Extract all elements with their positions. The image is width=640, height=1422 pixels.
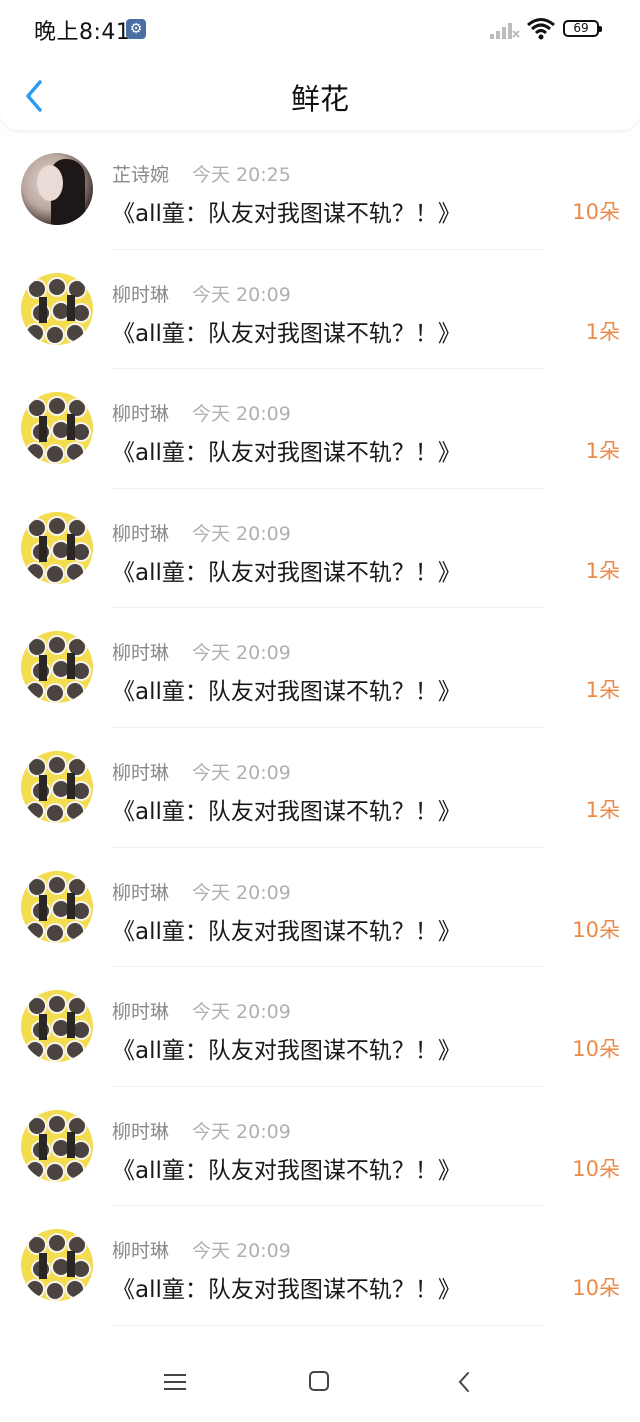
list-item[interactable]: 柳时琳 今天 20:09 《all童：队友对我图谋不轨？！》 1朵 — [0, 608, 640, 728]
timestamp: 今天 20:09 — [192, 642, 291, 665]
username[interactable]: 柳时琳 — [112, 399, 169, 426]
avatar[interactable] — [21, 1109, 93, 1182]
avatar[interactable] — [21, 511, 93, 584]
book-title: 《all童：队友对我图谋不轨？！》 — [112, 440, 461, 467]
timestamp: 今天 20:25 — [192, 164, 291, 186]
list-item[interactable]: 柳时琳 今天 20:09 《all童：队友对我图谋不轨？！》 1朵 — [0, 250, 640, 370]
cellular-signal-icon — [490, 23, 520, 39]
flower-count: 10朵 — [572, 1156, 620, 1181]
timestamp: 今天 20:09 — [192, 522, 291, 545]
home-icon[interactable] — [309, 1371, 329, 1391]
flower-count: 10朵 — [572, 200, 620, 224]
book-title: 《all童：队友对我图谋不轨？！》 — [112, 201, 461, 227]
avatar[interactable] — [21, 272, 93, 345]
battery-icon: 69 — [563, 20, 602, 37]
flower-count: 1朵 — [585, 439, 620, 464]
divider — [112, 1324, 545, 1326]
page-title: 鲜花 — [290, 82, 349, 116]
book-title: 《all童：队友对我图谋不轨？！》 — [112, 798, 461, 825]
list-item[interactable]: 柳时琳 今天 20:09 《all童：队友对我图谋不轨？！》 10朵 — [0, 1087, 640, 1207]
flower-count: 10朵 — [572, 1276, 620, 1301]
timestamp: 今天 20:09 — [192, 283, 291, 306]
status-time: 晚上8:41 — [34, 20, 131, 45]
timestamp: 今天 20:09 — [192, 1120, 291, 1143]
flower-count: 1朵 — [585, 678, 620, 703]
username[interactable]: 柳时琳 — [112, 1117, 169, 1144]
flower-count: 1朵 — [585, 319, 620, 344]
list-item[interactable]: 柳时琳 今天 20:09 《all童：队友对我图谋不轨？！》 10朵 — [0, 967, 640, 1087]
username[interactable]: 芷诗婉 — [112, 160, 169, 187]
list-item[interactable]: 柳时琳 今天 20:09 《all童：队友对我图谋不轨？！》 1朵 — [0, 369, 640, 489]
book-title: 《all童：队友对我图谋不轨？！》 — [112, 1277, 461, 1304]
timestamp: 今天 20:09 — [192, 761, 291, 784]
avatar[interactable] — [21, 870, 93, 943]
book-title: 《all童：队友对我图谋不轨？！》 — [112, 559, 461, 586]
username[interactable]: 柳时琳 — [112, 997, 169, 1024]
settings-notification-icon: ⚙ — [126, 19, 146, 39]
list-item[interactable]: 芷诗婉 今天 20:25 《all童：队友对我图谋不轨？！》 10朵 — [0, 130, 640, 250]
status-bar: 晚上8:41 ⚙ 69 — [0, 0, 640, 58]
book-title: 《all童：队友对我图谋不轨？！》 — [112, 320, 461, 347]
wifi-icon — [527, 18, 555, 40]
list-item[interactable]: 柳时琳 今天 20:09 《all童：队友对我图谋不轨？！》 1朵 — [0, 489, 640, 609]
list-item[interactable]: 柳时琳 今天 20:09 《all童：队友对我图谋不轨？！》 10朵 — [0, 848, 640, 968]
timestamp: 今天 20:09 — [192, 403, 291, 426]
username[interactable]: 柳时琳 — [112, 638, 169, 665]
avatar[interactable] — [21, 1229, 93, 1302]
flower-count: 10朵 — [572, 1037, 620, 1062]
book-title: 《all童：队友对我图谋不轨？！》 — [112, 1157, 461, 1184]
timestamp: 今天 20:09 — [192, 881, 291, 904]
flower-record-list: 芷诗婉 今天 20:25 《all童：队友对我图谋不轨？！》 10朵 柳时琳 今天 20:… — [0, 130, 640, 1326]
system-navigation-bar — [0, 1342, 640, 1422]
flower-count: 10朵 — [572, 917, 620, 942]
avatar[interactable] — [21, 631, 93, 704]
avatar[interactable] — [21, 153, 93, 225]
battery-level: 69 — [573, 21, 589, 35]
username[interactable]: 柳时琳 — [112, 519, 169, 546]
username[interactable]: 柳时琳 — [112, 280, 169, 307]
timestamp: 今天 20:09 — [192, 1240, 291, 1263]
username[interactable]: 柳时琳 — [112, 758, 169, 785]
timestamp: 今天 20:09 — [192, 1001, 291, 1024]
book-title: 《all童：队友对我图谋不轨？！》 — [112, 679, 461, 706]
avatar[interactable] — [21, 392, 93, 465]
avatar[interactable] — [21, 990, 93, 1063]
system-back-icon[interactable] — [456, 1370, 472, 1394]
list-item[interactable]: 柳时琳 今天 20:09 《all童：队友对我图谋不轨？！》 1朵 — [0, 728, 640, 848]
flower-count: 1朵 — [585, 797, 620, 822]
list-item[interactable]: 柳时琳 今天 20:09 《all童：队友对我图谋不轨？！》 10朵 — [0, 1206, 640, 1326]
book-title: 《all童：队友对我图谋不轨？！》 — [112, 1038, 461, 1065]
book-title: 《all童：队友对我图谋不轨？！》 — [112, 918, 461, 945]
recent-apps-icon[interactable] — [164, 1372, 186, 1392]
username[interactable]: 柳时琳 — [112, 1236, 169, 1263]
avatar[interactable] — [21, 750, 93, 823]
flower-count: 1朵 — [585, 558, 620, 583]
header: 鲜花 — [0, 58, 640, 130]
username[interactable]: 柳时琳 — [112, 878, 169, 905]
